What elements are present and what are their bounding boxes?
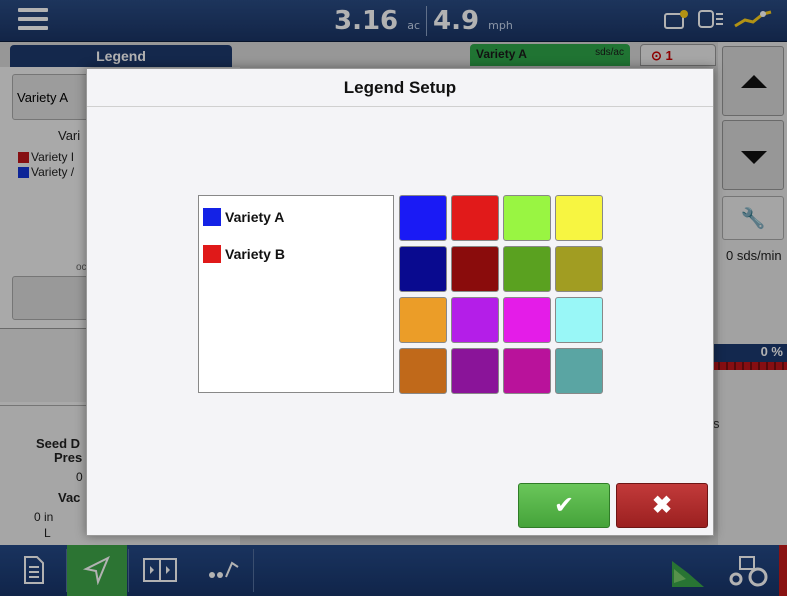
color-swatch-purple[interactable] xyxy=(451,297,499,343)
dialog-title: Legend Setup xyxy=(87,69,713,107)
variety-name: Variety A xyxy=(225,209,285,225)
color-palette xyxy=(399,195,607,395)
color-swatch-red[interactable] xyxy=(451,195,499,241)
variety-name: Variety B xyxy=(225,246,285,262)
color-swatch-green[interactable] xyxy=(503,246,551,292)
color-swatch-plum[interactable] xyxy=(503,348,551,394)
checkmark-icon: ✔ xyxy=(553,492,575,519)
legend-setup-dialog: Legend Setup Variety A Variety B ✔ ✖ xyxy=(86,68,714,536)
color-swatch-cyan[interactable] xyxy=(555,297,603,343)
color-swatch-olive[interactable] xyxy=(555,246,603,292)
ok-button[interactable]: ✔ xyxy=(518,483,610,528)
color-swatch-lime[interactable] xyxy=(503,195,551,241)
color-swatch-orange[interactable] xyxy=(399,297,447,343)
color-swatch-maroon[interactable] xyxy=(451,246,499,292)
color-swatch-magenta[interactable] xyxy=(503,297,551,343)
color-swatch-blue[interactable] xyxy=(399,195,447,241)
variety-color-swatch xyxy=(203,208,221,226)
variety-list-item[interactable]: Variety A xyxy=(203,207,284,227)
color-swatch-navy[interactable] xyxy=(399,246,447,292)
cancel-button[interactable]: ✖ xyxy=(616,483,708,528)
color-swatch-teal[interactable] xyxy=(555,348,603,394)
color-swatch-violet[interactable] xyxy=(451,348,499,394)
color-swatch-yellow[interactable] xyxy=(555,195,603,241)
close-icon: ✖ xyxy=(651,492,673,519)
color-swatch-brown[interactable] xyxy=(399,348,447,394)
variety-color-swatch xyxy=(203,245,221,263)
variety-list[interactable]: Variety A Variety B xyxy=(198,195,394,393)
variety-list-item[interactable]: Variety B xyxy=(203,244,285,264)
